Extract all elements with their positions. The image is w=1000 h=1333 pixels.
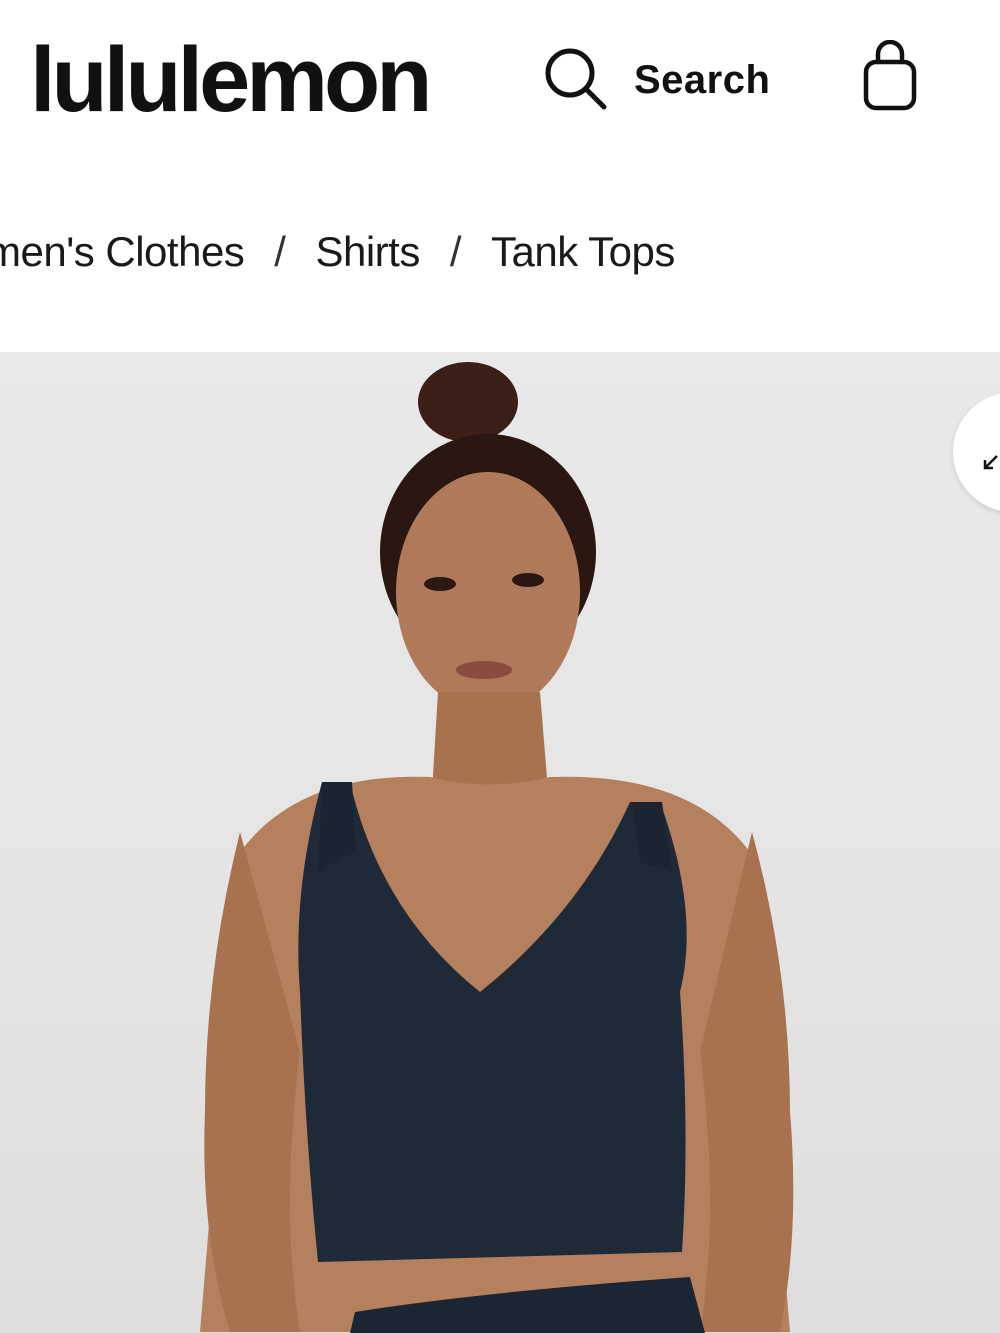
product-page: lululemon Search men's Clothes / Shirts bbox=[0, 0, 1000, 1333]
breadcrumb-item-tank-tops[interactable]: Tank Tops bbox=[491, 228, 675, 276]
breadcrumb-separator: / bbox=[274, 228, 286, 275]
site-header: lululemon Search bbox=[0, 0, 1000, 165]
shopping-bag-button[interactable] bbox=[860, 39, 920, 114]
brand-logo[interactable]: lululemon bbox=[30, 30, 432, 130]
search-icon bbox=[542, 45, 608, 116]
breadcrumb-item-shirts[interactable]: Shirts bbox=[315, 228, 420, 276]
breadcrumb: men's Clothes / Shirts / Tank Tops bbox=[0, 228, 675, 276]
search-button[interactable]: Search bbox=[542, 45, 770, 115]
product-photo-illustration bbox=[200, 362, 794, 1333]
hair-bun bbox=[418, 362, 518, 442]
search-label: Search bbox=[634, 57, 771, 102]
product-image[interactable] bbox=[0, 352, 1000, 1333]
breadcrumb-separator: / bbox=[449, 228, 462, 275]
shopping-bag-icon bbox=[860, 39, 920, 118]
breadcrumb-item-womens-clothes[interactable]: men's Clothes bbox=[0, 228, 245, 276]
